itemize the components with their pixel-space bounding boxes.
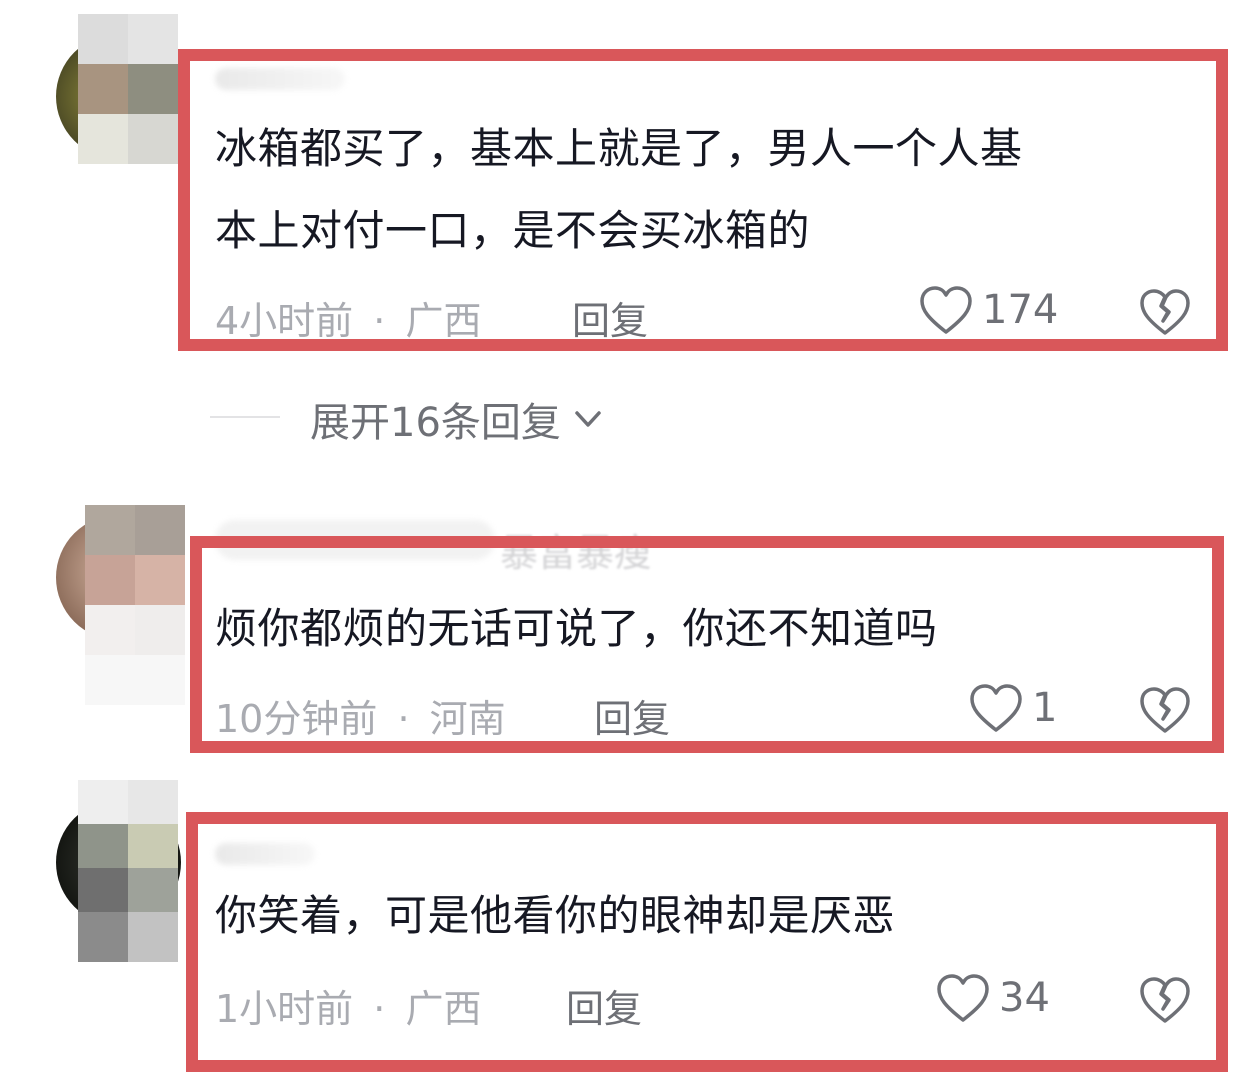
comment-meta: 10分钟前 · 河南 <box>215 688 506 743</box>
meta-dot: · <box>397 697 410 741</box>
broken-heart-icon[interactable] <box>1138 685 1192 735</box>
comment-location: 广西 <box>405 987 482 1031</box>
comment-text: 你笑着，可是他看你的眼神却是厌恶 <box>215 891 896 940</box>
broken-heart-icon[interactable] <box>1138 975 1192 1025</box>
comment-location: 广西 <box>405 299 482 343</box>
like-count: 1 <box>1032 685 1058 731</box>
heart-outline-icon <box>920 286 972 334</box>
comment-time: 1小时前 <box>215 987 354 1031</box>
comment-text: 烦你都烦的无话可说了，你还不知道吗 <box>215 604 938 653</box>
like-button[interactable]: 34 <box>935 972 1050 1024</box>
like-button[interactable]: 1 <box>968 682 1057 734</box>
meta-dot: · <box>373 987 386 1031</box>
heart-outline-icon <box>970 684 1022 732</box>
expand-replies-label: 展开16条回复 <box>310 400 561 446</box>
comment-time: 10分钟前 <box>215 697 378 741</box>
avatar-mosaic <box>78 780 178 962</box>
like-count: 174 <box>982 287 1059 333</box>
reply-button[interactable]: 回复 <box>594 688 670 743</box>
meta-dot: · <box>373 299 386 343</box>
broken-heart-icon[interactable] <box>1138 287 1192 337</box>
reply-button[interactable]: 回复 <box>572 290 648 345</box>
avatar-mosaic <box>85 505 185 705</box>
chevron-down-icon <box>575 411 601 427</box>
expand-divider <box>210 416 280 418</box>
like-button[interactable]: 174 <box>918 284 1058 336</box>
heart-outline-icon <box>937 974 989 1022</box>
comment-text: 本上对付一口，是不会买冰箱的 <box>215 206 811 255</box>
reply-button[interactable]: 回复 <box>566 978 642 1033</box>
comment-location: 河南 <box>429 697 506 741</box>
comment-meta: 1小时前 · 广西 <box>215 978 481 1033</box>
expand-replies-button[interactable]: 展开16条回复 <box>310 390 605 448</box>
comment-meta: 4小时前 · 广西 <box>215 290 481 345</box>
comment-text: 冰箱都买了，基本上就是了，男人一个人基 <box>215 124 1023 173</box>
avatar-mosaic <box>78 14 178 164</box>
like-count: 34 <box>999 975 1050 1021</box>
comment-time: 4小时前 <box>215 299 354 343</box>
